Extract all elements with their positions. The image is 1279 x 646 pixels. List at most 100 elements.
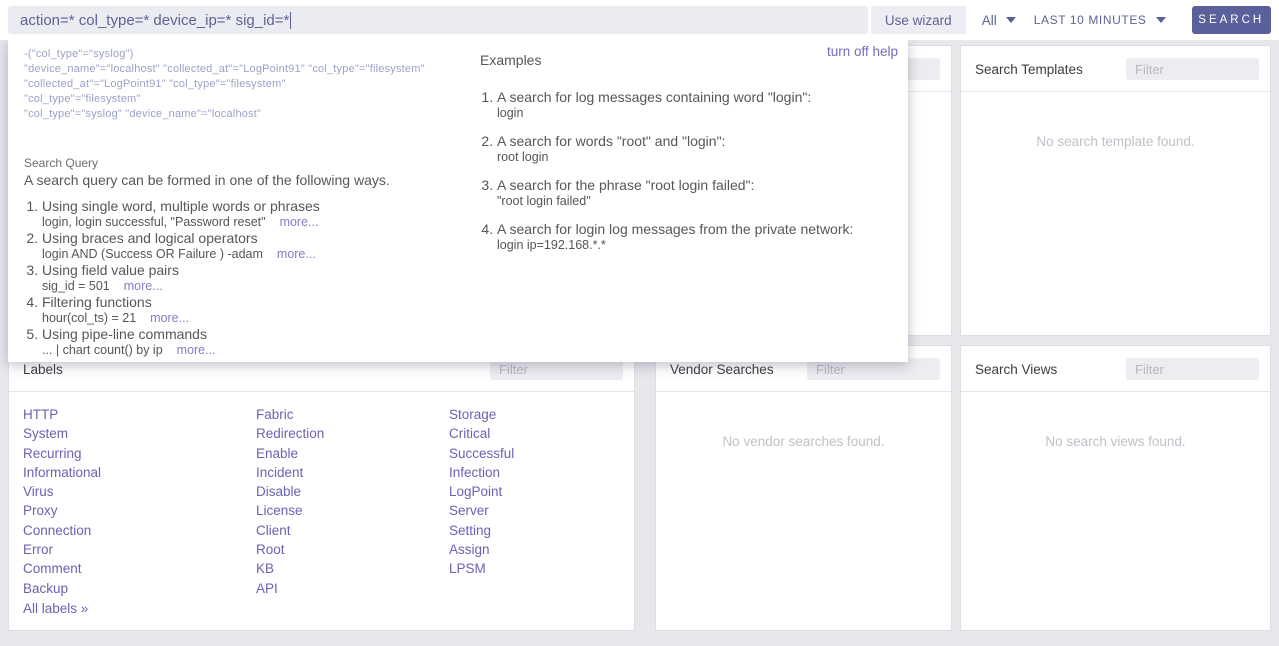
example-item: A search for the phrase "root login fail…	[497, 177, 895, 209]
use-wizard-button[interactable]: Use wizard	[871, 6, 966, 34]
label-link[interactable]: LPSM	[449, 559, 609, 578]
label-link[interactable]: License	[256, 501, 449, 520]
scope-dropdown-value: All	[982, 13, 997, 28]
way-example-text: login AND (Success OR Failure ) -adam	[42, 247, 263, 261]
time-range-dropdown[interactable]: LAST 10 MINUTES	[1034, 13, 1166, 27]
more-link[interactable]: more...	[124, 279, 163, 293]
all-labels-link[interactable]: All labels »	[23, 601, 88, 616]
label-link[interactable]: Successful	[449, 444, 609, 463]
example-code: login	[497, 106, 895, 121]
label-link[interactable]: Recurring	[23, 444, 256, 463]
way-label: Filtering functions	[42, 294, 152, 310]
label-link[interactable]: Root	[256, 540, 449, 559]
search-query-ways-list: Using single word, multiple words or phr…	[24, 198, 469, 358]
search-history-item[interactable]: "collected_at"="LogPoint91" "col_type"="…	[24, 77, 469, 92]
help-left-column: -("col_type"="syslog") "device_name"="lo…	[24, 47, 469, 358]
label-link[interactable]: LogPoint	[449, 482, 609, 501]
label-link[interactable]: Disable	[256, 482, 449, 501]
way-example-text: login, login successful, "Password reset…	[42, 215, 266, 229]
way-example: login, login successful, "Password reset…	[42, 215, 469, 230]
chevron-down-icon	[1156, 17, 1166, 23]
label-link[interactable]: Error	[23, 540, 256, 559]
search-history-item[interactable]: -("col_type"="syslog")	[24, 47, 469, 62]
label-link[interactable]: Enable	[256, 444, 449, 463]
label-link[interactable]: Proxy	[23, 501, 256, 520]
more-link[interactable]: more...	[277, 247, 316, 261]
search-templates-title: Search Templates	[975, 62, 1083, 77]
search-history-item[interactable]: "col_type"="filesystem"	[24, 92, 469, 107]
chevron-down-icon	[1006, 17, 1016, 23]
label-link[interactable]: Infection	[449, 463, 609, 482]
example-label: A search for words "root" and "login":	[497, 133, 725, 149]
label-link[interactable]: API	[256, 579, 449, 598]
search-query-section-title: Search Query	[24, 156, 469, 170]
labels-column: Fabric Redirection Enable Incident Disab…	[256, 405, 449, 598]
labels-column: Storage Critical Successful Infection Lo…	[449, 405, 609, 598]
search-templates-panel: Search Templates No search template foun…	[960, 45, 1271, 336]
search-query-way: Filtering functions hour(col_ts) = 21mor…	[42, 294, 469, 326]
label-link[interactable]: Redirection	[256, 424, 449, 443]
labels-list: HTTP System Recurring Informational Viru…	[9, 392, 634, 598]
way-example: ... | chart count() by ip more...	[42, 343, 469, 358]
label-link[interactable]: Storage	[449, 405, 609, 424]
example-item: A search for words "root" and "login": r…	[497, 133, 895, 165]
way-example: sig_id = 501more...	[42, 279, 469, 294]
panel-header: Search Views	[961, 346, 1270, 392]
labels-column: HTTP System Recurring Informational Viru…	[23, 405, 256, 598]
vendor-searches-panel: Vendor Searches No vendor searches found…	[655, 345, 952, 631]
label-link[interactable]: Critical	[449, 424, 609, 443]
way-label: Using braces and logical operators	[42, 230, 258, 246]
way-label: Using single word, multiple words or phr…	[42, 198, 320, 214]
search-query-way: Using field value pairs sig_id = 501more…	[42, 262, 469, 294]
scope-dropdown[interactable]: All	[982, 13, 1016, 28]
search-button[interactable]: SEARCH	[1192, 6, 1271, 34]
search-views-empty-message: No search views found.	[961, 434, 1270, 449]
search-templates-filter-input[interactable]	[1126, 58, 1259, 80]
search-query-input[interactable]: action=* col_type=* device_ip=* sig_id=*	[8, 6, 868, 34]
label-link[interactable]: Incident	[256, 463, 449, 482]
way-example: login AND (Success OR Failure ) -adam mor…	[42, 247, 469, 262]
more-link[interactable]: more...	[177, 343, 216, 357]
search-history-item[interactable]: "device_name"="localhost" "collected_at"…	[24, 62, 469, 77]
vendor-searches-title: Vendor Searches	[670, 362, 774, 377]
label-link[interactable]: Informational	[23, 463, 256, 482]
more-link[interactable]: more...	[280, 215, 319, 229]
label-link[interactable]: Server	[449, 501, 609, 520]
search-history-item[interactable]: "col_type"="syslog" "device_name"="local…	[24, 107, 469, 122]
example-label: A search for login log messages from the…	[497, 221, 853, 237]
search-query-way: Using single word, multiple words or phr…	[42, 198, 469, 230]
search-help-overlay: turn off help -("col_type"="syslog") "de…	[8, 40, 908, 362]
label-link[interactable]: Connection	[23, 521, 256, 540]
label-link[interactable]: Comment	[23, 559, 256, 578]
time-range-value: LAST 10 MINUTES	[1034, 13, 1147, 27]
example-code: "root login failed"	[497, 194, 895, 209]
label-link[interactable]: Setting	[449, 521, 609, 540]
way-example-text: ... | chart count() by ip	[42, 343, 163, 357]
more-link[interactable]: more...	[150, 311, 189, 325]
labels-title: Labels	[23, 362, 63, 377]
label-link[interactable]: KB	[256, 559, 449, 578]
example-label: A search for log messages containing wor…	[497, 89, 811, 105]
label-link[interactable]: Virus	[23, 482, 256, 501]
example-item: A search for login log messages from the…	[497, 221, 895, 253]
search-views-panel: Search Views No search views found.	[960, 345, 1271, 631]
label-link[interactable]: System	[23, 424, 256, 443]
labels-panel: Labels HTTP System Recurring Information…	[8, 345, 635, 631]
search-views-filter-input[interactable]	[1126, 358, 1259, 380]
label-link[interactable]: HTTP	[23, 405, 256, 424]
way-label: Using pipe-line commands	[42, 326, 207, 342]
search-views-title: Search Views	[975, 362, 1057, 377]
search-query-section-subtitle: A search query can be formed in one of t…	[24, 172, 469, 188]
examples-list: A search for log messages containing wor…	[480, 89, 895, 253]
label-link[interactable]: Assign	[449, 540, 609, 559]
search-query-text: action=* col_type=* device_ip=* sig_id=*	[20, 12, 289, 29]
search-templates-empty-message: No search template found.	[961, 134, 1270, 149]
label-link[interactable]: Client	[256, 521, 449, 540]
examples-section-title: Examples	[480, 52, 895, 68]
label-link[interactable]: Backup	[23, 579, 256, 598]
vendor-searches-empty-message: No vendor searches found.	[656, 434, 951, 449]
example-item: A search for log messages containing wor…	[497, 89, 895, 121]
search-history-list: -("col_type"="syslog") "device_name"="lo…	[24, 47, 469, 122]
label-link[interactable]: Fabric	[256, 405, 449, 424]
way-label: Using field value pairs	[42, 262, 179, 278]
